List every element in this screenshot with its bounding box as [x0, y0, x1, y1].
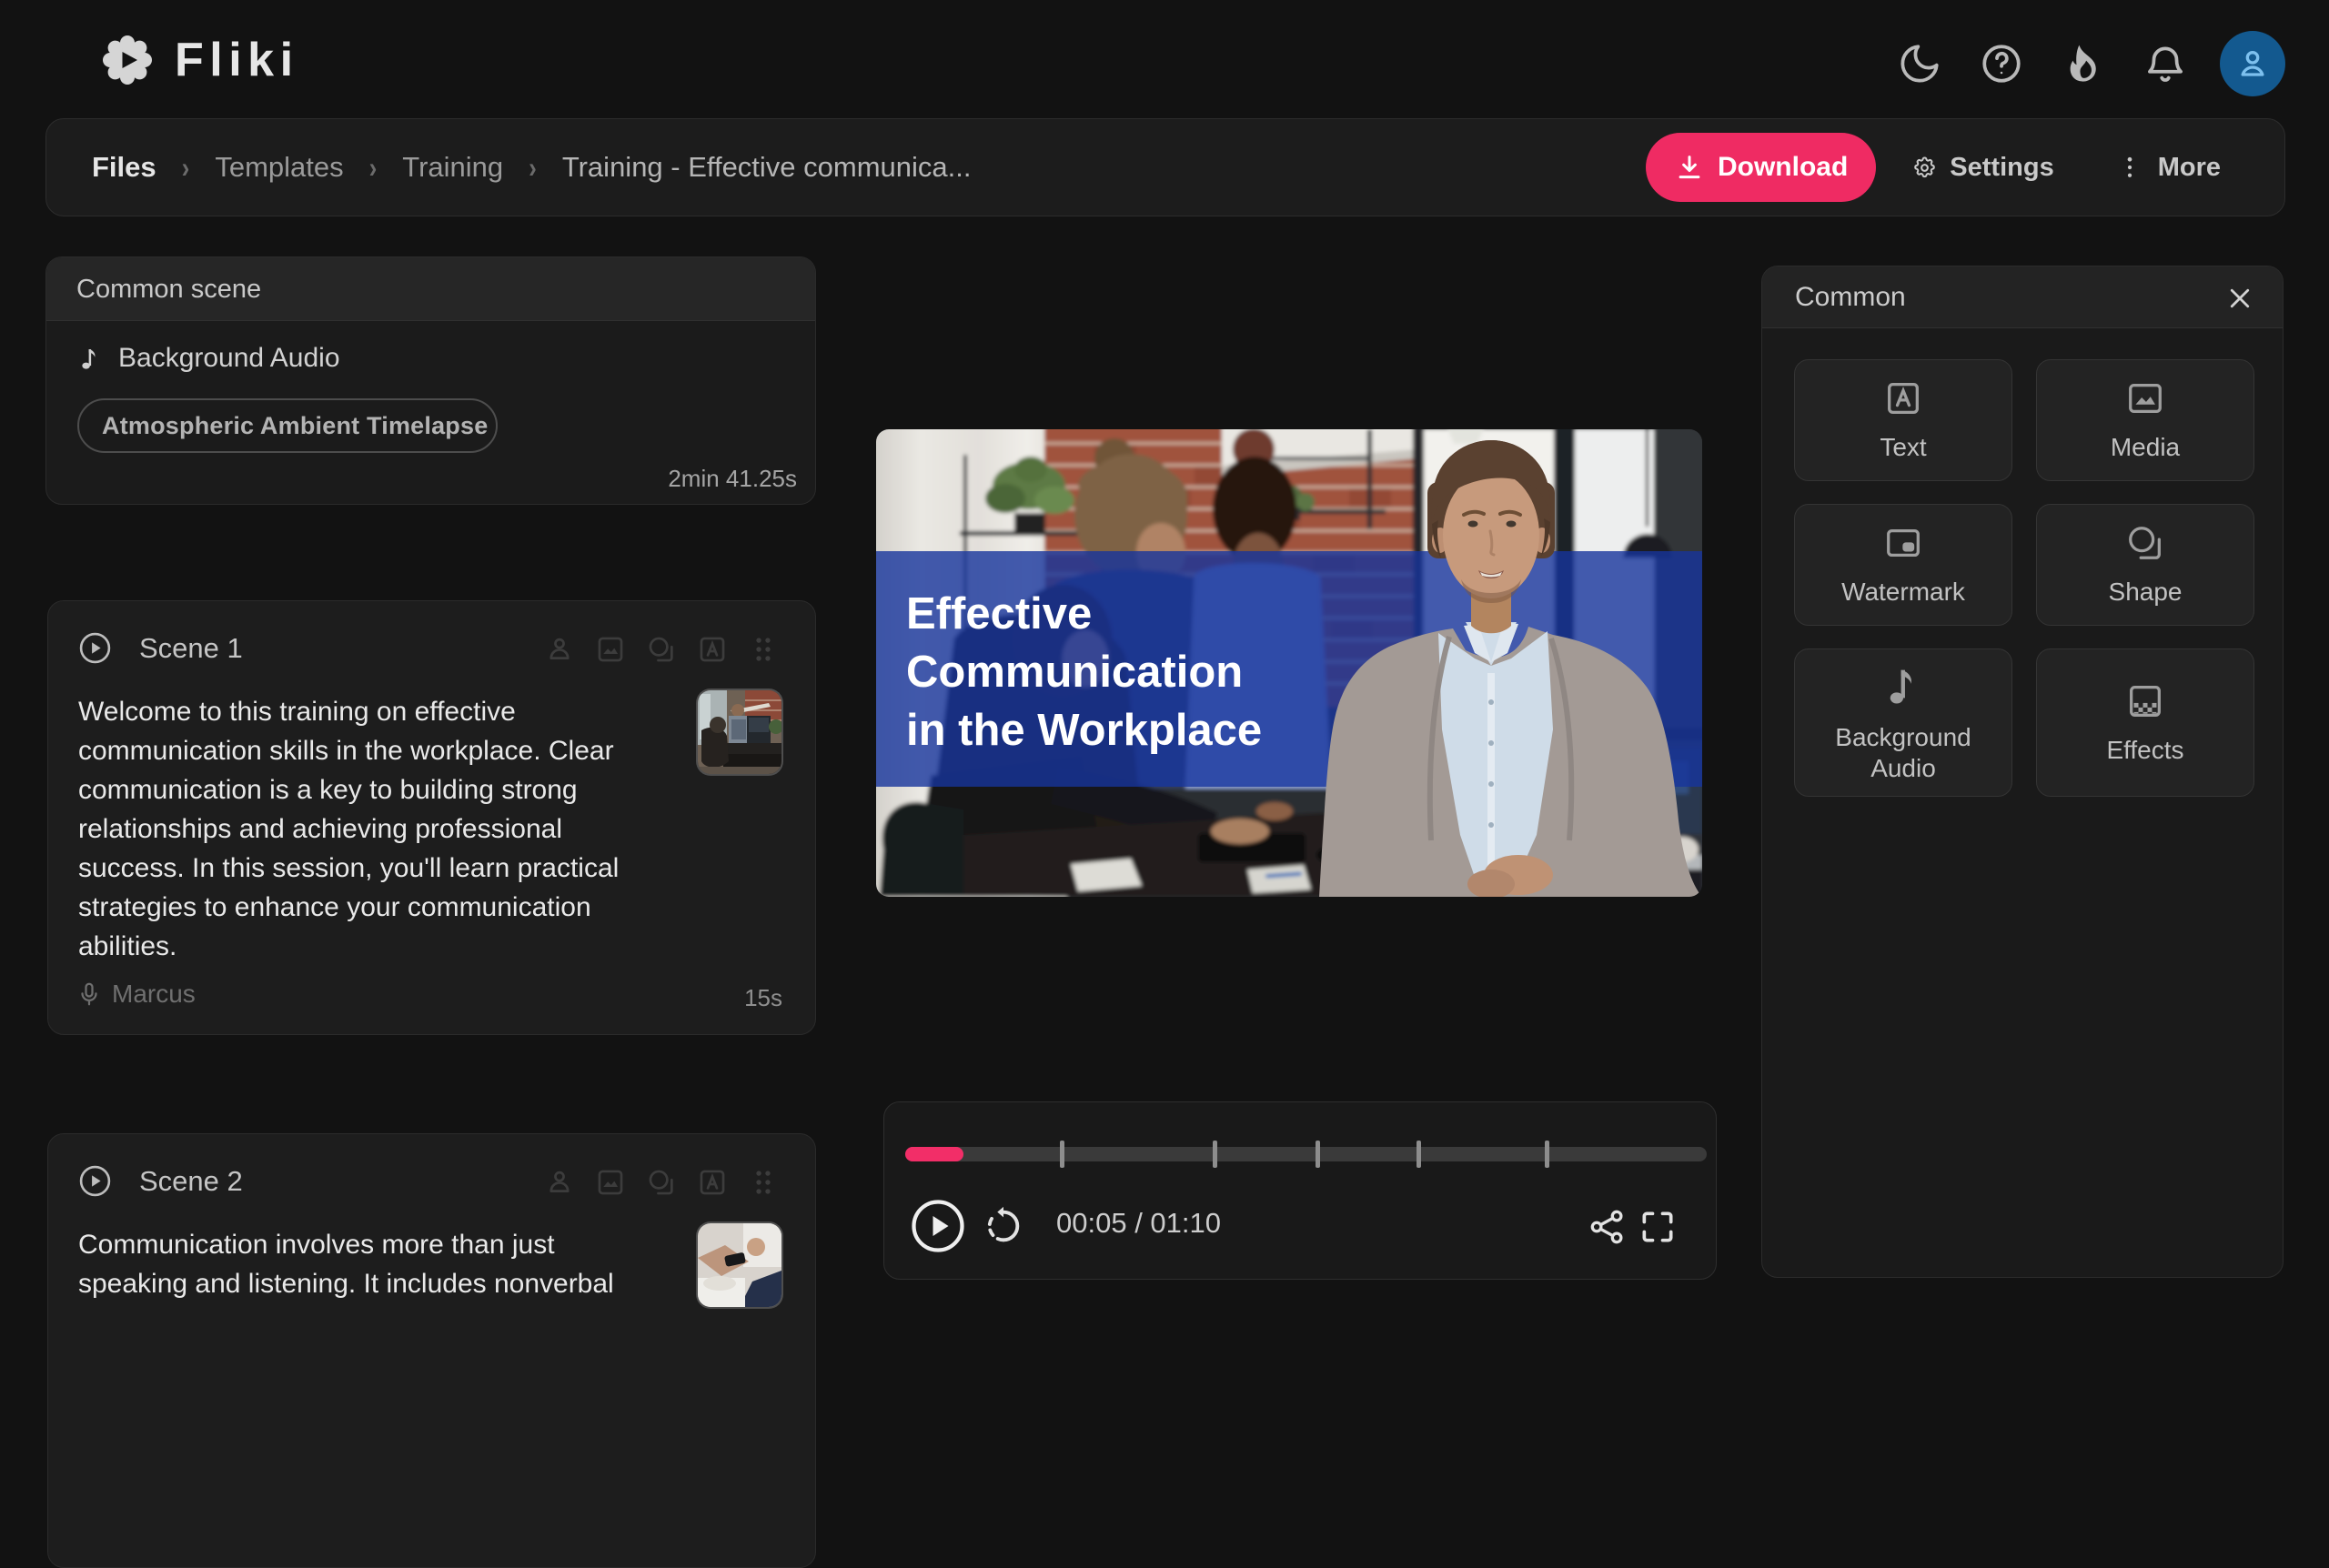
svg-text:Effective: Effective [906, 589, 1092, 638]
svg-text:in the Workplace: in the Workplace [906, 706, 1262, 755]
svg-text:Communication: Communication [906, 648, 1243, 697]
